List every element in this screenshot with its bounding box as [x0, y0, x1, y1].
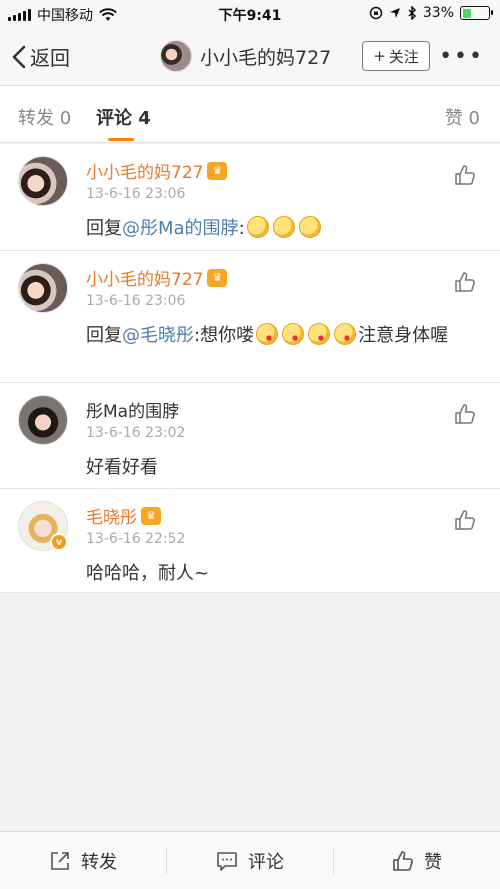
tab-like[interactable]: 赞 0: [445, 104, 480, 130]
verified-badge-icon: v: [50, 533, 68, 551]
list-item: 小小毛的妈727 ♛ 13-6-16 23:06 回复@彤Ma的围脖:: [0, 144, 500, 251]
comment-body: :想你喽: [194, 325, 255, 346]
list-item: 小小毛的妈727 ♛ 13-6-16 23:06 回复@毛晓彤:想你喽 注意身体喔: [0, 251, 500, 383]
author-name[interactable]: 彤Ma的围脖: [86, 397, 179, 422]
thumbs-up-icon[interactable]: [454, 164, 476, 186]
kiss-emoji-icon: [282, 323, 305, 345]
comment-list: 小小毛的妈727 ♛ 13-6-16 23:06 回复@彤Ma的围脖: 小小毛的…: [0, 144, 500, 593]
follow-button[interactable]: + 关注: [362, 41, 430, 71]
tab-repost[interactable]: 转发 0: [18, 104, 71, 130]
nav-user[interactable]: 小小毛的妈727: [160, 40, 331, 72]
thumbs-up-icon: [393, 850, 413, 871]
comment-label: 评论: [248, 851, 284, 873]
comment-author[interactable]: 彤Ma的围脖: [86, 397, 179, 422]
author-name[interactable]: 小小毛的妈727: [86, 158, 203, 183]
comment-time: 13-6-16 23:06: [86, 293, 186, 309]
kiss-emoji-icon: [334, 323, 357, 345]
vip-crown-icon: ♛: [207, 268, 228, 287]
bottom-action-bar: 转发 评论 赞: [0, 831, 500, 889]
thumbs-up-icon[interactable]: [454, 403, 476, 425]
list-item: 彤Ma的围脖 13-6-16 23:02 好看好看: [0, 383, 500, 489]
thinking-emoji-icon: [272, 216, 295, 238]
repost-icon: [51, 851, 69, 870]
avatar[interactable]: [18, 263, 68, 313]
status-bar: 中国移动 下午9:41 33%: [0, 0, 500, 28]
repost-label: 转发: [81, 851, 117, 873]
battery-icon: [460, 6, 493, 20]
comment-text: 回复@毛晓彤:想你喽 注意身体喔: [86, 321, 476, 351]
more-button[interactable]: •••: [439, 44, 484, 69]
like-label: 赞: [424, 851, 442, 873]
repost-button[interactable]: 转发: [0, 832, 166, 889]
list-item: v 毛晓彤 ♛ 13-6-16 22:52 哈哈哈，耐人~: [0, 489, 500, 593]
rotation-lock-icon: [369, 6, 383, 20]
page-title: 小小毛的妈727: [200, 46, 332, 69]
plus-icon: +: [373, 47, 386, 65]
thinking-emoji-icon: [246, 216, 269, 238]
thinking-emoji-icon: [298, 216, 321, 238]
thumbs-up-icon[interactable]: [454, 271, 476, 293]
kiss-emoji-icon: [308, 323, 331, 345]
comment-text: 好看好看: [86, 457, 158, 478]
mention-link[interactable]: @毛晓彤: [122, 325, 194, 346]
chevron-left-icon: [12, 45, 26, 68]
like-button[interactable]: 赞: [334, 832, 500, 889]
comment-time: 13-6-16 22:52: [86, 531, 186, 547]
comment-text: 回复@彤Ma的围脖:: [86, 214, 476, 244]
comment-icon: [217, 851, 237, 871]
avatar[interactable]: [18, 156, 68, 206]
comment-body: :: [238, 218, 245, 239]
location-icon: [389, 8, 400, 18]
comment-text: 哈哈哈，耐人~: [86, 563, 210, 584]
nav-bar: 返回 小小毛的妈727 + 关注 •••: [0, 28, 500, 86]
tab-comment[interactable]: 评论 4: [96, 104, 151, 130]
comment-button[interactable]: 评论: [167, 832, 333, 889]
kiss-emoji-icon: [256, 323, 279, 345]
comment-body-tail: 注意身体喔: [358, 325, 449, 346]
tab-underline: [108, 138, 134, 141]
avatar[interactable]: [18, 395, 68, 445]
comment-author[interactable]: 小小毛的妈727 ♛: [86, 265, 228, 290]
author-name[interactable]: 小小毛的妈727: [86, 265, 203, 290]
battery-percent: 33%: [422, 5, 454, 21]
comment-time: 13-6-16 23:02: [86, 425, 186, 441]
reply-prefix: 回复: [86, 218, 122, 239]
comment-author[interactable]: 小小毛的妈727 ♛: [86, 158, 228, 183]
avatar: [160, 40, 192, 72]
vip-crown-icon: ♛: [141, 506, 161, 525]
tab-bar: 转发 0 评论 4 赞 0: [0, 86, 500, 143]
thumbs-up-icon[interactable]: [454, 509, 476, 531]
back-label: 返回: [30, 46, 70, 70]
comment-time: 13-6-16 23:06: [86, 186, 186, 202]
mention-link[interactable]: @彤Ma的围脖: [122, 218, 239, 239]
reply-prefix: 回复: [86, 325, 122, 346]
vip-crown-icon: ♛: [207, 161, 228, 180]
comment-author[interactable]: 毛晓彤 ♛: [86, 503, 161, 528]
author-name[interactable]: 毛晓彤: [86, 503, 137, 528]
back-button[interactable]: 返回: [12, 42, 70, 71]
bluetooth-icon: [408, 6, 416, 20]
follow-label: 关注: [388, 47, 419, 66]
